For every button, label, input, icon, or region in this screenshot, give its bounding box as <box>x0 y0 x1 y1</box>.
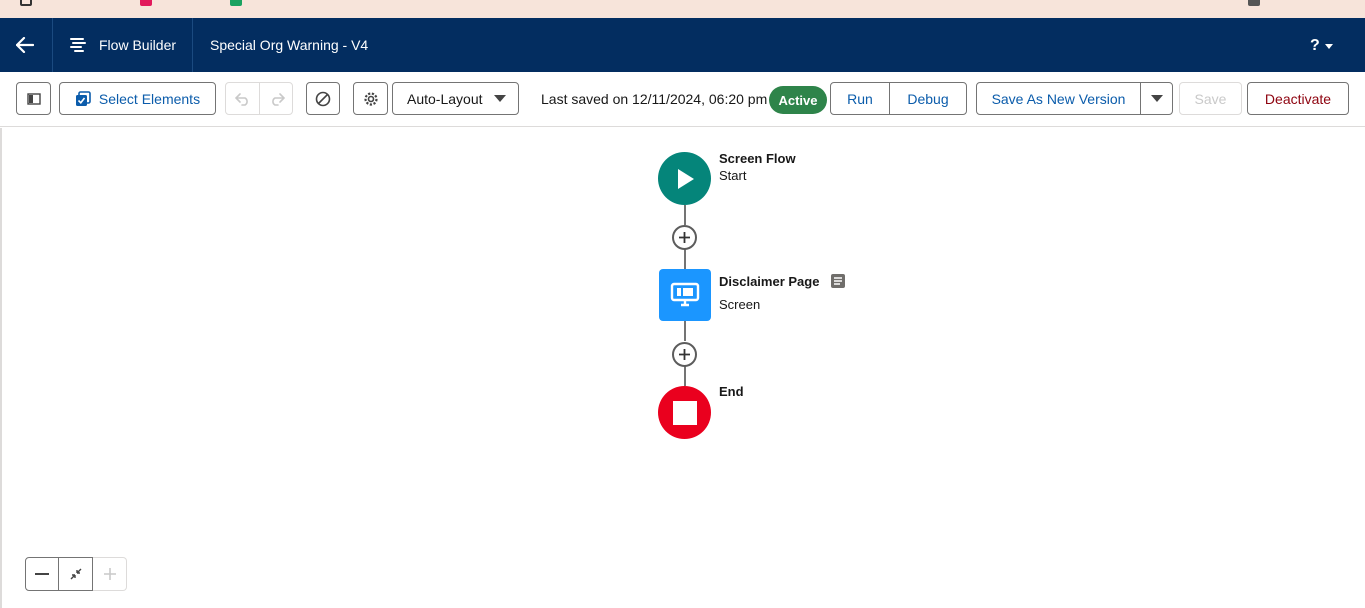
status-badge: Active <box>769 86 827 114</box>
chevron-down-icon <box>494 95 506 102</box>
start-node[interactable] <box>658 152 711 205</box>
select-elements-label: Select Elements <box>98 90 201 107</box>
debug-label: Debug <box>907 90 949 107</box>
save-as-group: Save As New Version <box>976 82 1173 115</box>
add-element-button[interactable] <box>672 342 697 367</box>
redo-icon <box>271 92 285 106</box>
apps-icon[interactable] <box>20 0 32 6</box>
help-icon: ? <box>1310 37 1320 54</box>
last-saved-text: Last saved on 12/11/2024, 06:20 pm <box>541 91 768 107</box>
connector-line <box>684 249 686 269</box>
save-as-new-version-label: Save As New Version <box>991 90 1126 107</box>
app-name: Flow Builder <box>99 37 177 53</box>
header-divider <box>192 18 193 72</box>
screen-node-subtitle: Screen <box>719 297 761 312</box>
save-options-button[interactable] <box>1140 83 1172 114</box>
chevron-down-icon <box>1150 95 1163 102</box>
app-header: Flow Builder Special Org Warning - V4 ? <box>0 18 1365 72</box>
connector-line <box>684 205 686 225</box>
end-node[interactable] <box>658 386 711 439</box>
play-icon <box>677 168 694 189</box>
start-node-subtitle: Start <box>719 168 747 183</box>
redo-button[interactable] <box>259 83 293 114</box>
plus-icon <box>679 232 690 243</box>
chevron-down-icon <box>1324 43 1333 49</box>
settings-button[interactable] <box>353 82 388 115</box>
zoom-controls <box>25 557 127 591</box>
add-element-button[interactable] <box>672 225 697 250</box>
screen-icon <box>670 282 700 307</box>
description-icon[interactable] <box>831 274 845 288</box>
layout-select-value: Auto-Layout <box>407 90 483 107</box>
flow-title: Special Org Warning - V4 <box>210 37 369 53</box>
run-button[interactable]: Run <box>831 83 889 114</box>
undo-icon <box>234 92 248 106</box>
panel-icon <box>26 92 41 105</box>
bookmark-icon[interactable] <box>230 0 242 6</box>
minus-icon <box>35 573 49 575</box>
connector-line <box>684 321 686 341</box>
fit-to-view-button[interactable] <box>59 557 93 591</box>
back-arrow-icon <box>16 37 34 53</box>
browser-bookmarks-strip <box>0 0 1365 18</box>
show-errors-button[interactable] <box>306 82 340 115</box>
debug-button[interactable]: Debug <box>889 83 966 114</box>
screen-node-title: Disclaimer Page <box>719 274 820 289</box>
start-node-title: Screen Flow <box>719 151 796 166</box>
stop-icon <box>672 400 697 425</box>
bookmark-icon[interactable] <box>140 0 152 6</box>
menu-icon[interactable] <box>1248 0 1260 6</box>
deactivate-button[interactable]: Deactivate <box>1247 82 1349 115</box>
help-menu-button[interactable]: ? <box>1310 35 1342 57</box>
plus-icon <box>679 349 690 360</box>
save-as-new-version-button[interactable]: Save As New Version <box>977 83 1140 114</box>
run-label: Run <box>847 90 873 107</box>
flow-builder-icon <box>68 35 88 55</box>
contract-icon <box>70 568 81 580</box>
layout-select[interactable]: Auto-Layout <box>392 82 519 115</box>
undo-redo-group <box>225 82 293 115</box>
back-button[interactable] <box>12 33 38 57</box>
gear-icon <box>363 91 378 106</box>
header-divider <box>52 18 53 72</box>
ban-icon <box>315 91 331 106</box>
select-elements-icon <box>75 90 91 106</box>
plus-icon <box>103 568 116 580</box>
run-debug-group: Run Debug <box>830 82 967 115</box>
zoom-in-button[interactable] <box>93 557 127 591</box>
end-node-title: End <box>719 384 744 399</box>
connector-line <box>684 366 686 386</box>
zoom-out-button[interactable] <box>25 557 59 591</box>
toggle-panel-button[interactable] <box>16 82 51 115</box>
select-elements-button[interactable]: Select Elements <box>59 82 216 115</box>
screen-node[interactable] <box>659 269 711 321</box>
undo-button[interactable] <box>226 83 259 114</box>
save-button[interactable]: Save <box>1179 82 1242 115</box>
